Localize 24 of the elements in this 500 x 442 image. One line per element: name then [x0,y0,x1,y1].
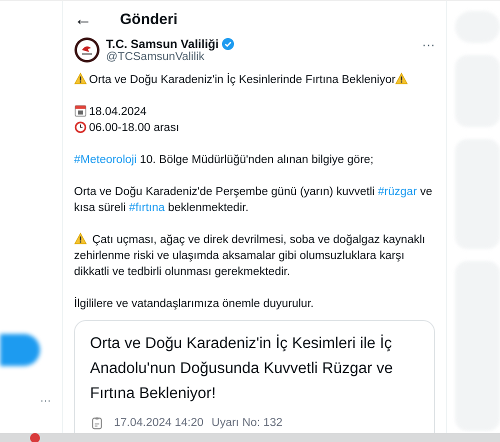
post-time: 06.00-18.00 arası [89,122,180,134]
post-date: 18.04.2024 [89,106,147,118]
author-name[interactable]: T.C. Samsun Valiliği [106,37,219,51]
warning-number: Uyarı No: 132 [212,417,282,429]
alarm-clock-icon [74,120,87,133]
warning-icon [74,72,87,85]
post-paragraph: Orta ve Doğu Karadeniz'de Perşembe günü (yarın) kuvvetli #rüzgar ve kısa süreli #fırtına beklenmektedir. [74,185,434,216]
more-menu[interactable]: ··· [40,396,51,406]
more-button[interactable]: ··· [422,37,435,52]
card-title: Orta ve Doğu Karadeniz'in İç Kesimleri ile İç Anadolu'nun Doğusunda Kuvvetli Rüzgar ve Fırtına Bekleniyor! [90,334,394,404]
post-paragraph: Çatı uçması, ağaç ve direk devrilmesi, soba ve doğalgaz kaynaklı zehirlenme riski ve ulaşımda aksamalar gibi olumsuzluklara karşı dikkatli ve tedbirli olunması gerekmektedir. [74,232,426,280]
card-date: 17.04.2024 14:20 [114,417,204,429]
warning-icon [395,72,408,85]
post-paragraph: İlgililere ve vatandaşlarımıza önemle duyurulur. [74,296,315,312]
author-handle[interactable]: @TCSamsunValilik [106,51,416,63]
warning-icon [74,232,87,245]
clipboard-icon [90,416,104,430]
post-button[interactable] [0,334,40,366]
avatar-logo[interactable] [74,37,100,63]
post-paragraph: #Meteoroloji 10. Bölge Müdürlüğü'nden alınan bilgiye göre; [74,153,374,168]
calendar-icon [74,104,87,117]
page-title: Gönderi [120,10,178,28]
post-heading: Orta ve Doğu Karadeniz'in İç Kesinlerinde Fırtına Bekleniyor [89,74,396,86]
back-button[interactable]: ← [74,8,92,30]
